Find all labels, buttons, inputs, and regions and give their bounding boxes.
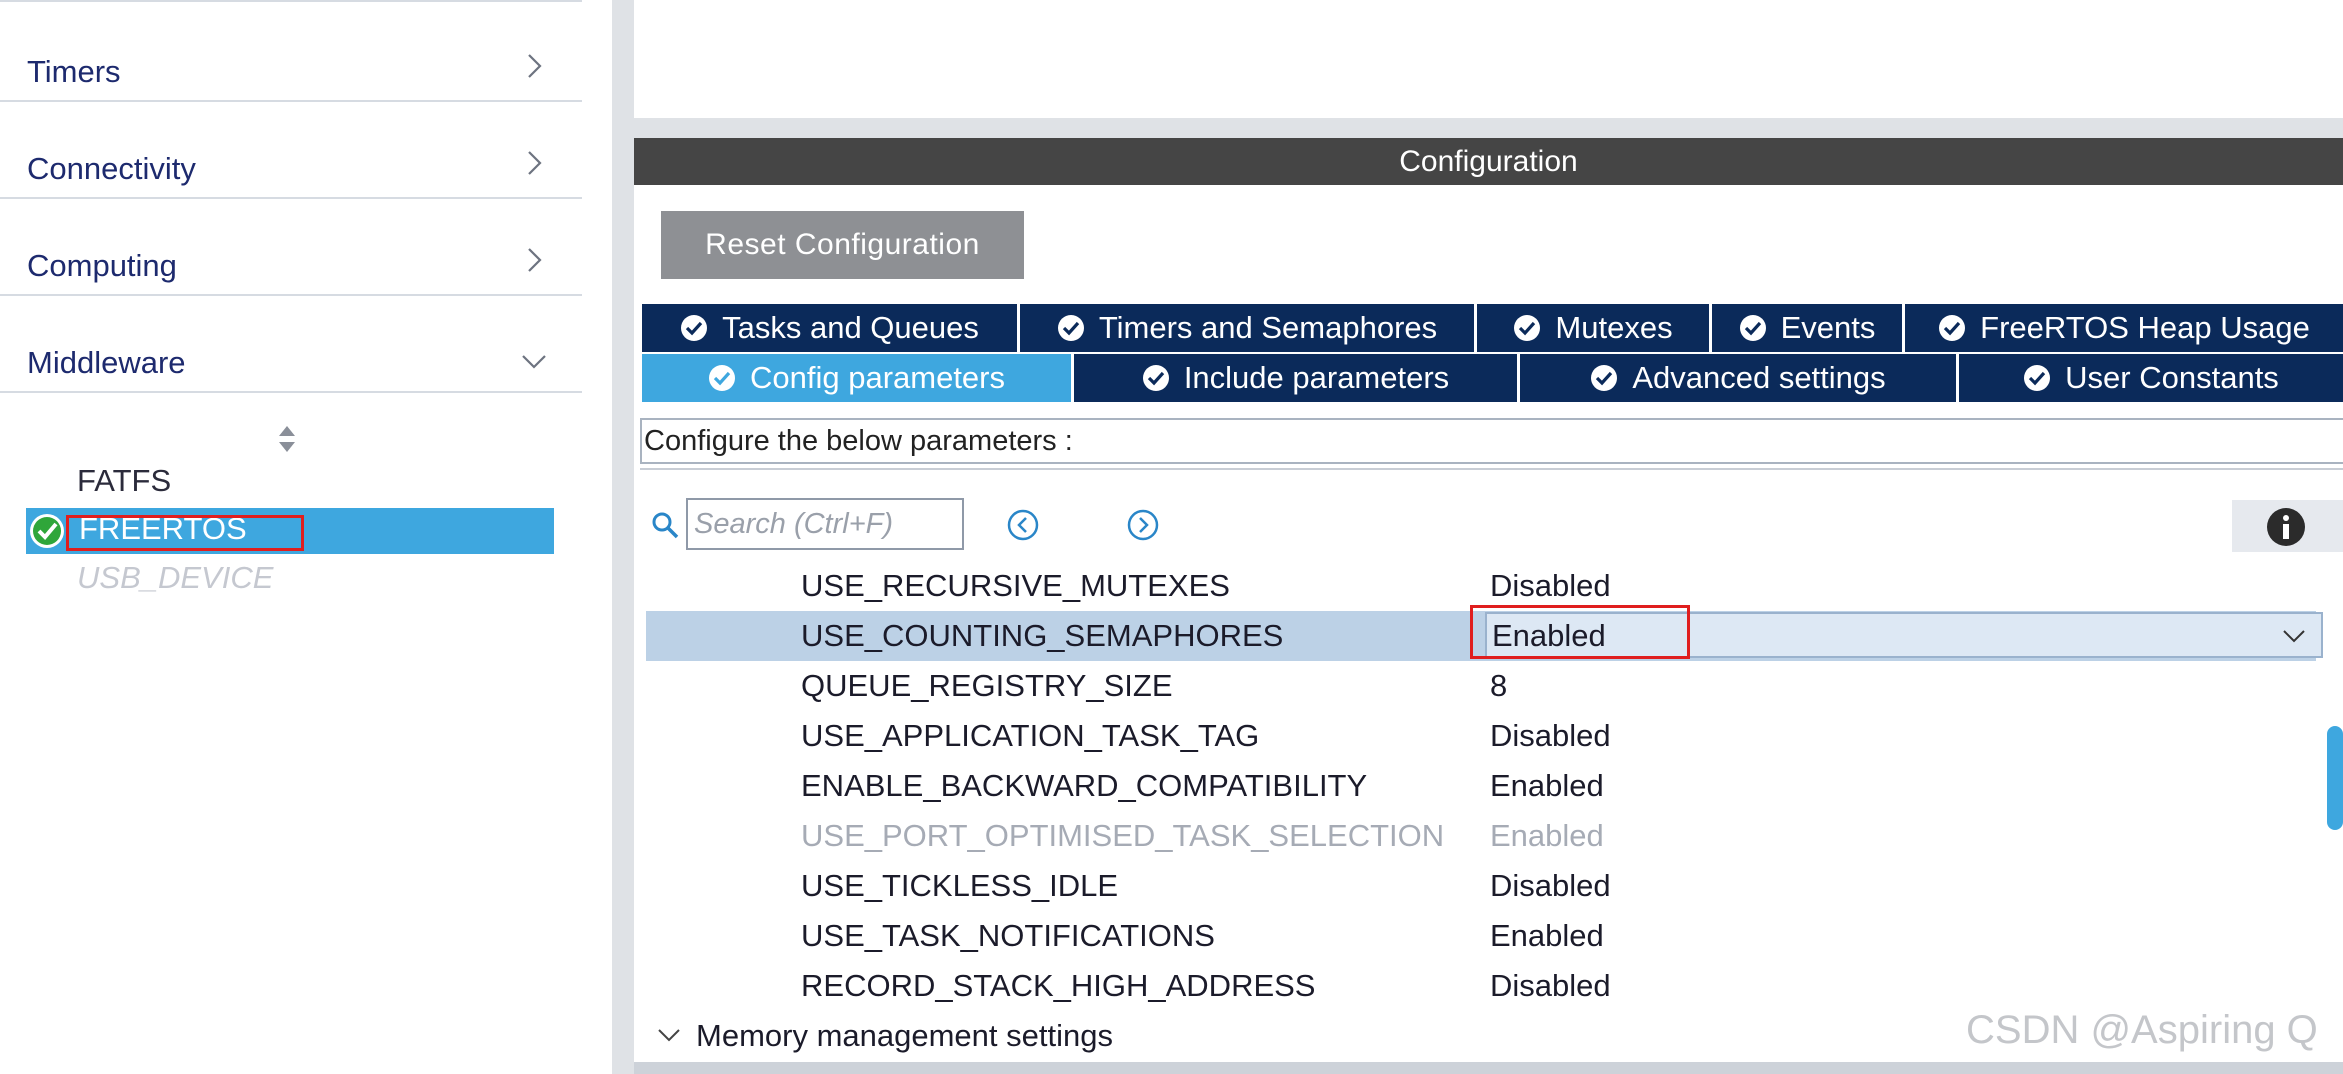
- param-row-disabled: USE_PORT_OPTIMISED_TASK_SELECTION Enable…: [646, 811, 2316, 861]
- check-circle-icon: [1142, 365, 1169, 391]
- tab-timers-and-semaphores[interactable]: Timers and Semaphores: [1020, 304, 1477, 352]
- check-circle-icon: [1939, 315, 1966, 341]
- tab-advanced-settings[interactable]: Advanced settings: [1520, 354, 1959, 402]
- arrow-left-circle-icon[interactable]: [1006, 508, 1040, 542]
- param-name: USE_APPLICATION_TASK_TAG: [801, 718, 1260, 753]
- param-row[interactable]: QUEUE_REGISTRY_SIZE 8: [646, 661, 2316, 711]
- configuration-header: Configuration: [634, 138, 2343, 185]
- middleware-item-usb-device: USB_DEVICE: [77, 560, 274, 595]
- section-memory-management[interactable]: Memory management settings: [696, 1012, 1113, 1060]
- param-row[interactable]: ENABLE_BACKWARD_COMPATIBILITY Enabled: [646, 761, 2316, 811]
- param-name: USE_PORT_OPTIMISED_TASK_SELECTION: [801, 818, 1445, 853]
- tab-events[interactable]: Events: [1712, 304, 1905, 352]
- param-value: Disabled: [1490, 568, 1611, 603]
- sort-icon[interactable]: [276, 422, 298, 456]
- watermark: CSDN @Aspiring Q: [1966, 1008, 2318, 1052]
- tab-user-constants[interactable]: User Constants: [1959, 354, 2343, 402]
- param-value: Enabled: [1490, 768, 1604, 803]
- tab-mutexes[interactable]: Mutexes: [1477, 304, 1712, 352]
- search-icon: [652, 512, 679, 539]
- param-row[interactable]: USE_RECURSIVE_MUTEXES Disabled: [646, 561, 2316, 611]
- param-name: USE_TASK_NOTIFICATIONS: [801, 918, 1215, 953]
- highlight-box: [1470, 605, 1690, 659]
- tab-label: Mutexes: [1555, 310, 1673, 345]
- category-connectivity[interactable]: Connectivity: [0, 101, 582, 199]
- chevron-down-icon[interactable]: [2280, 622, 2308, 650]
- scrollbar-thumb[interactable]: [2327, 726, 2343, 830]
- param-name: USE_RECURSIVE_MUTEXES: [801, 568, 1230, 603]
- tab-label: User Constants: [2065, 360, 2279, 395]
- check-circle-icon: [1057, 315, 1084, 341]
- highlight-box: [66, 515, 304, 551]
- tab-label: FreeRTOS Heap Usage: [1980, 310, 2310, 345]
- category-timers[interactable]: Timers: [0, 4, 582, 102]
- tab-include-parameters[interactable]: Include parameters: [1074, 354, 1520, 402]
- chevron-down-icon[interactable]: [656, 1022, 682, 1048]
- param-row[interactable]: USE_TASK_NOTIFICATIONS Enabled: [646, 911, 2316, 961]
- description-bar: Configure the below parameters :: [640, 418, 2343, 464]
- check-circle-icon: [681, 315, 708, 341]
- param-value: Disabled: [1490, 718, 1611, 753]
- param-name: USE_COUNTING_SEMAPHORES: [801, 618, 1284, 653]
- search-input[interactable]: [686, 498, 964, 550]
- chevron-right-icon: [528, 248, 542, 272]
- check-circle-icon: [1591, 365, 1618, 391]
- check-circle-icon: [1739, 315, 1766, 341]
- param-row[interactable]: USE_TICKLESS_IDLE Disabled: [646, 861, 2316, 911]
- param-name: RECORD_STACK_HIGH_ADDRESS: [801, 968, 1316, 1003]
- arrow-right-circle-icon[interactable]: [1126, 508, 1160, 542]
- check-circle-icon: [708, 365, 735, 391]
- tab-tasks-and-queues[interactable]: Tasks and Queues: [642, 304, 1020, 352]
- tab-label: Config parameters: [749, 360, 1005, 395]
- chevron-down-icon: [522, 355, 546, 369]
- tab-freertos-heap-usage[interactable]: FreeRTOS Heap Usage: [1905, 304, 2343, 352]
- check-circle-icon: [2024, 365, 2051, 391]
- tab-label: Advanced settings: [1632, 360, 1886, 395]
- reset-configuration-button[interactable]: Reset Configuration: [661, 211, 1024, 279]
- param-value: 8: [1490, 668, 1508, 703]
- category-label: Timers: [27, 54, 121, 89]
- check-circle-icon: [1514, 315, 1541, 341]
- panel-splitter[interactable]: [612, 0, 634, 1074]
- param-row[interactable]: USE_APPLICATION_TASK_TAG Disabled: [646, 711, 2316, 761]
- middleware-item-fatfs[interactable]: FATFS: [77, 463, 171, 499]
- param-value: Enabled: [1490, 818, 1604, 853]
- chevron-right-icon: [528, 54, 542, 78]
- tab-label: Timers and Semaphores: [1098, 310, 1438, 345]
- param-name: ENABLE_BACKWARD_COMPATIBILITY: [801, 768, 1368, 803]
- chevron-right-icon: [528, 151, 542, 175]
- category-label: Computing: [27, 248, 177, 283]
- divider: [640, 468, 2343, 470]
- left-panel: Timers Connectivity Computing Middleware…: [0, 0, 612, 1074]
- category-label: Middleware: [27, 345, 186, 380]
- info-icon[interactable]: [2266, 507, 2306, 547]
- category-computing[interactable]: Computing: [0, 198, 582, 296]
- check-circle-icon: [30, 514, 64, 548]
- category-middleware[interactable]: Middleware: [0, 295, 582, 393]
- panel-divider: [634, 118, 2343, 138]
- param-value: Enabled: [1490, 918, 1604, 953]
- tab-label: Include parameters: [1183, 360, 1450, 395]
- tab-label: Events: [1780, 310, 1876, 345]
- category-label: Connectivity: [27, 151, 196, 186]
- param-name: QUEUE_REGISTRY_SIZE: [801, 668, 1173, 703]
- tab-config-parameters[interactable]: Config parameters: [642, 354, 1074, 402]
- param-name: USE_TICKLESS_IDLE: [801, 868, 1119, 903]
- param-row[interactable]: RECORD_STACK_HIGH_ADDRESS Disabled: [646, 961, 2316, 1011]
- param-value: Disabled: [1490, 968, 1611, 1003]
- horizontal-scrollbar[interactable]: [634, 1062, 2343, 1074]
- param-value: Disabled: [1490, 868, 1611, 903]
- tab-label: Tasks and Queues: [722, 310, 979, 345]
